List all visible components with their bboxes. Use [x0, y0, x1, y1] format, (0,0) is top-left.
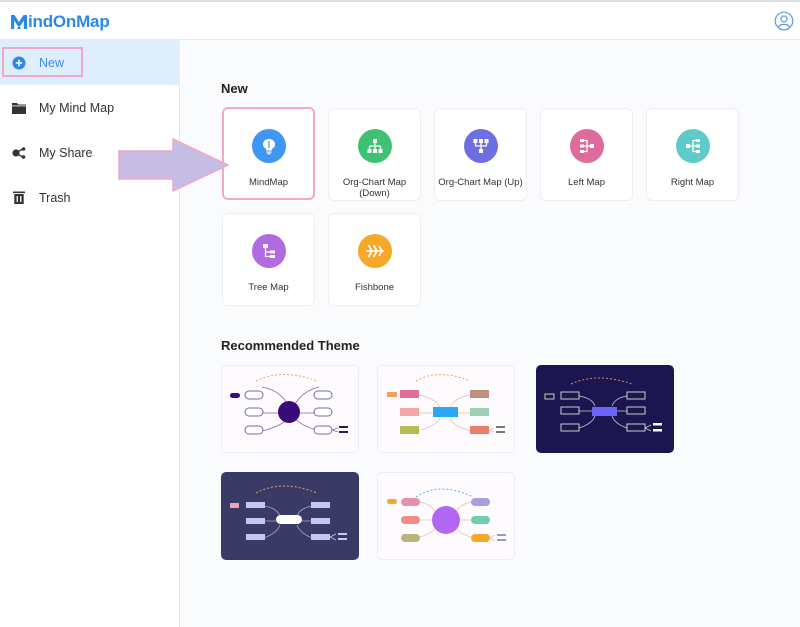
theme-card-slate-dark[interactable]: [221, 472, 359, 560]
app-logo[interactable]: indOnMap: [10, 11, 110, 33]
sidebar-item-label: My Mind Map: [39, 100, 115, 115]
template-card-fishbone[interactable]: Fishbone: [328, 213, 421, 306]
main-content: New MindMap Org-Chart Map (Down) Org-Cha…: [181, 40, 800, 627]
template-label: Right Map: [670, 177, 715, 188]
template-label: Tree Map: [248, 282, 289, 293]
tree-map-icon: [251, 234, 286, 268]
template-card-tree-map[interactable]: Tree Map: [222, 213, 315, 306]
template-label: MindMap: [248, 177, 289, 188]
template-card-org-chart-down[interactable]: Org-Chart Map (Down): [328, 108, 421, 201]
logo-m-icon: [11, 15, 27, 29]
theme-card-dark-navy[interactable]: [536, 365, 674, 453]
theme-card-colorful-blocks[interactable]: [377, 365, 515, 453]
theme-card-pastel-bubble[interactable]: [377, 472, 515, 560]
sidebar-item-my-mind-map[interactable]: My Mind Map: [0, 85, 180, 130]
top-bar: indOnMap: [0, 0, 800, 40]
theme-card-purple-classic[interactable]: [221, 365, 359, 453]
org-chart-down-icon: [357, 129, 392, 163]
template-card-right-map[interactable]: Right Map: [646, 108, 739, 201]
template-card-left-map[interactable]: Left Map: [540, 108, 633, 201]
recommended-theme-title: Recommended Theme: [221, 338, 360, 353]
theme-preview: [387, 374, 505, 434]
sidebar: New My Mind Map My Share Trash: [0, 40, 180, 627]
theme-preview: [544, 377, 662, 432]
theme-preview: [387, 488, 506, 542]
left-map-icon: [569, 129, 604, 163]
fishbone-icon: [357, 234, 392, 268]
new-section-title: New: [221, 81, 248, 96]
share-icon: [11, 145, 27, 161]
template-label: Left Map: [568, 177, 605, 188]
app-name: indOnMap: [28, 12, 110, 31]
arrow-annotation-icon: [118, 138, 230, 192]
user-circle-icon[interactable]: [774, 11, 794, 31]
template-card-mindmap[interactable]: MindMap: [222, 107, 315, 200]
sidebar-item-label: My Share: [39, 145, 93, 160]
template-card-org-chart-up[interactable]: Org-Chart Map (Up): [434, 108, 527, 201]
new-highlight-annotation: [2, 47, 83, 77]
template-label: Org-Chart Map (Up): [438, 177, 523, 188]
template-label: Fishbone: [354, 282, 395, 293]
right-map-icon: [675, 129, 710, 163]
folder-icon: [11, 100, 27, 116]
sidebar-item-label: Trash: [39, 190, 71, 205]
template-label: Org-Chart Map (Down): [342, 177, 407, 199]
theme-preview: [230, 485, 347, 541]
trash-icon: [11, 190, 27, 206]
theme-preview: [230, 374, 348, 435]
lightbulb-brain-icon: [251, 129, 286, 163]
org-chart-up-icon: [463, 129, 498, 163]
